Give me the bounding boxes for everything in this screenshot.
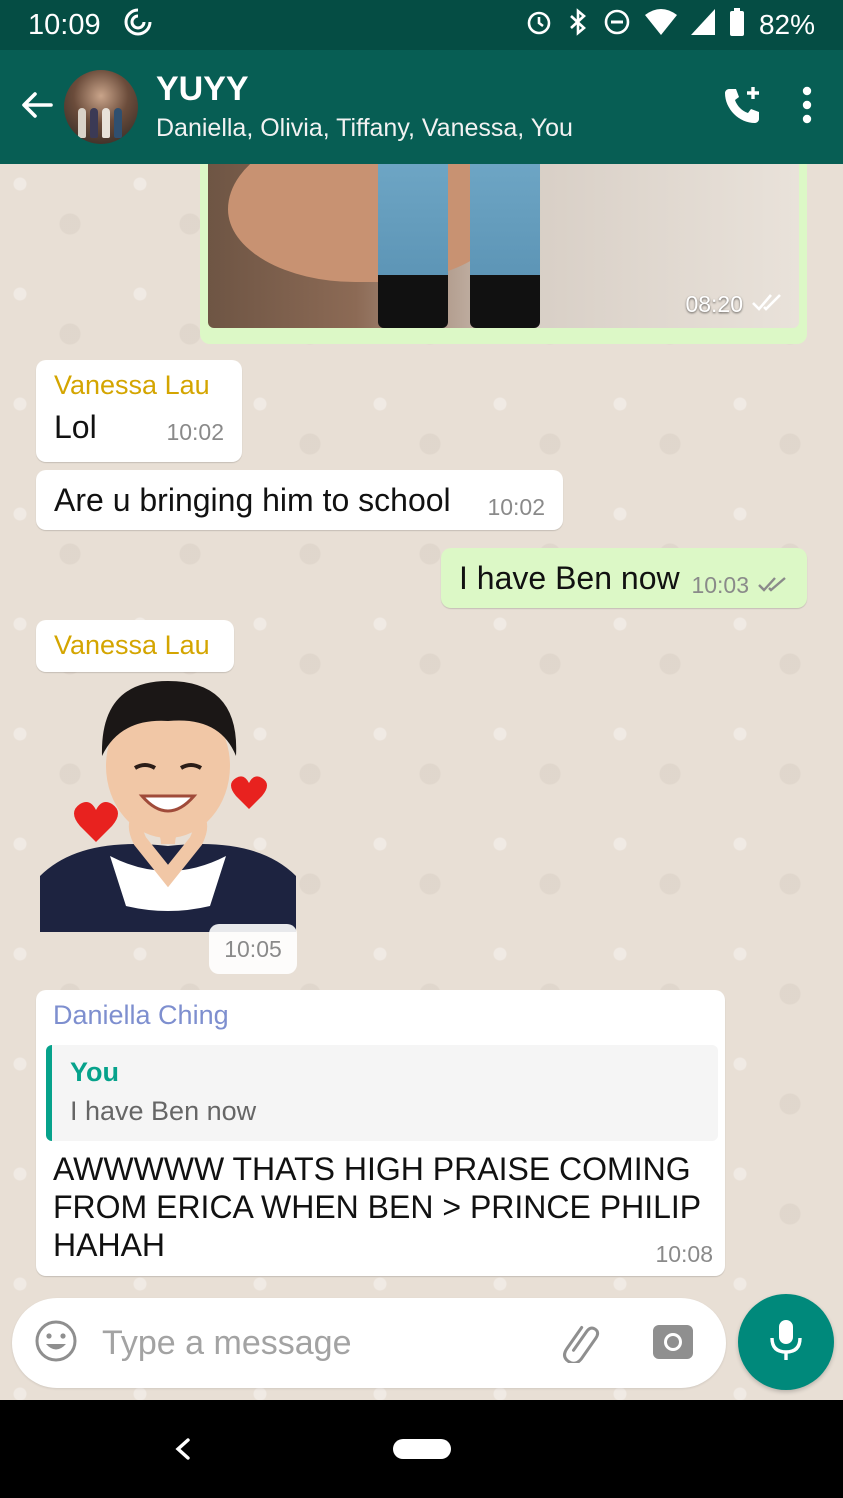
do-not-disturb-icon	[603, 8, 631, 43]
message-text-line: FROM ERICA WHEN BEN > PRINCE PHILIP	[53, 1189, 702, 1225]
message-text: Are u bringing him to school	[54, 481, 451, 518]
message-time: 10:08	[655, 1241, 713, 1267]
message-input[interactable]: Type a message	[102, 1324, 558, 1363]
quoted-text: I have Ben now	[70, 1096, 257, 1126]
signal-icon	[690, 8, 715, 42]
wifi-icon	[644, 8, 677, 42]
message-time: 10:02	[487, 493, 545, 520]
whatsapp-call-icon	[123, 7, 153, 44]
outgoing-message[interactable]: I have Ben now 10:03	[441, 548, 807, 608]
message-text-line: HAHAH	[53, 1227, 166, 1263]
bluetooth-icon	[567, 7, 589, 43]
incoming-reply-message[interactable]: Daniella Ching You I have Ben now AWWWWW…	[36, 990, 725, 1276]
chat-header: YUYY Daniella, Olivia, Tiffany, Vanessa,…	[0, 50, 843, 164]
more-options-button[interactable]	[801, 85, 813, 130]
alarm-icon	[525, 8, 553, 43]
image-time: 08:20	[685, 291, 743, 317]
message-text: Lol	[54, 409, 97, 445]
double-check-icon	[757, 572, 789, 599]
sender-name: Daniella Ching	[53, 1000, 229, 1030]
voice-record-button[interactable]	[738, 1294, 834, 1390]
arrow-back-icon	[19, 87, 55, 128]
battery-icon	[729, 7, 745, 43]
nav-back-button[interactable]	[168, 1432, 198, 1466]
emoji-button[interactable]	[34, 1319, 78, 1368]
incoming-message[interactable]: Vanessa Lau Lol 10:02	[36, 360, 242, 462]
double-check-icon	[751, 291, 785, 318]
message-time: 10:02	[166, 419, 224, 445]
group-members: Daniella, Olivia, Tiffany, Vanessa, You	[156, 114, 573, 142]
microphone-icon	[768, 1318, 804, 1367]
sender-name: Vanessa Lau	[54, 630, 210, 660]
incoming-message[interactable]: Are u bringing him to school 10:02	[36, 470, 563, 530]
message-composer[interactable]: Type a message	[12, 1298, 726, 1388]
add-call-button[interactable]	[721, 83, 765, 132]
group-info[interactable]: YUYY Daniella, Olivia, Tiffany, Vanessa,…	[156, 69, 573, 145]
battery-percent: 82%	[758, 9, 815, 40]
sticker-message[interactable]	[40, 676, 296, 932]
status-bar: 10:09 82%	[0, 0, 843, 50]
system-nav-bar	[0, 1400, 843, 1498]
incoming-sticker-header: Vanessa Lau	[36, 620, 234, 672]
group-title: YUYY	[156, 70, 249, 108]
chat-messages[interactable]: 08:20 Vanessa Lau Lol 10:02 Are u bringi…	[0, 164, 843, 1400]
message-text-line: AWWWWW THATS HIGH PRAISE COMING	[53, 1151, 691, 1187]
sticker-time: 10:05	[209, 924, 297, 974]
quoted-author: You	[70, 1057, 119, 1087]
message-text: I have Ben now	[459, 559, 680, 596]
sender-name: Vanessa Lau	[54, 370, 210, 400]
shared-photo[interactable]: 08:20	[208, 164, 799, 328]
message-time: 10:03	[691, 571, 749, 598]
back-button[interactable]	[10, 77, 64, 137]
quoted-message[interactable]: You I have Ben now	[46, 1045, 718, 1141]
attach-button[interactable]	[558, 1319, 602, 1368]
group-avatar[interactable]	[64, 70, 138, 144]
nav-home-button[interactable]	[392, 1439, 451, 1459]
outgoing-image-message[interactable]: 08:20	[200, 164, 807, 344]
camera-button[interactable]	[652, 1321, 694, 1366]
status-time: 10:09	[28, 8, 101, 41]
